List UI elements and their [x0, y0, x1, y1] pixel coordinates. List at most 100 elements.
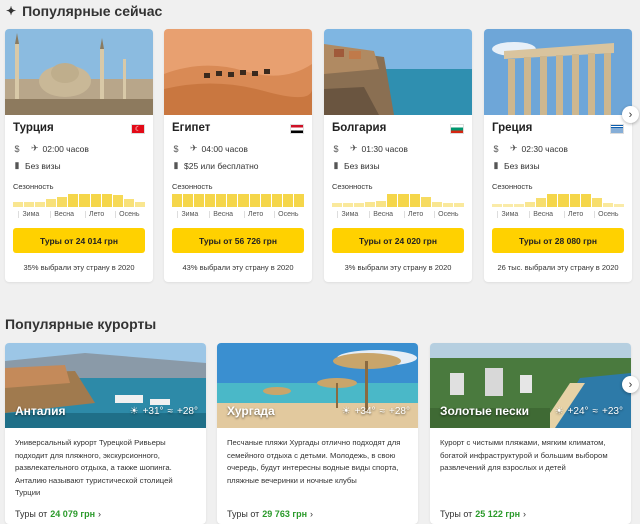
country-card-bulgaria[interactable]: Болгария $ ✈ 01:30 часов ▮ Без визы Сезо…: [324, 29, 472, 282]
dollar-icon: $: [14, 143, 20, 154]
season-label: Сезонность: [172, 182, 213, 191]
next-countries-button[interactable]: ›: [622, 106, 639, 123]
greece-flag-icon: [610, 124, 624, 134]
dollar-icon: $: [333, 143, 339, 154]
season-bar: [101, 194, 112, 207]
flight-duration: 04:00 часов: [201, 143, 248, 154]
month-label: Весна: [209, 211, 233, 218]
month-label: Лето: [403, 211, 423, 218]
chevron-right-icon: ›: [628, 378, 633, 391]
passport-icon: ▮: [14, 160, 20, 170]
day-temperature: +31°: [142, 406, 164, 417]
country-card-egypt[interactable]: Египет $ ✈ 04:00 часов ▮ $25 или бесплат…: [164, 29, 312, 282]
resort-weather: ☀ +31° ≈ +28°: [130, 406, 198, 417]
month-label: Весна: [369, 211, 393, 218]
season-bars: [13, 194, 145, 207]
season-bar: [79, 194, 90, 207]
resort-card-antalya[interactable]: Анталия ☀ +31° ≈ +28° Универсальный куро…: [5, 343, 206, 524]
month-label: Зима: [18, 211, 39, 218]
month-label: Весна: [529, 211, 553, 218]
month-label: Весна: [50, 211, 74, 218]
resort-photo-antalya: Анталия ☀ +31° ≈ +28°: [5, 343, 206, 428]
season-bar: [123, 199, 134, 207]
season-bar: [205, 194, 216, 207]
flight-duration: 02:30 часов: [521, 143, 568, 154]
season-bar: [90, 194, 101, 207]
season-bars: [332, 194, 464, 207]
season-bar: [238, 194, 249, 207]
season-bar: [580, 194, 591, 207]
country-card-greece[interactable]: Греция $ ✈ 02:30 часов ▮ Без визы Сезонн…: [484, 29, 632, 282]
season-months: Зима Весна Лето Осень: [172, 211, 304, 218]
popular-now-heading: ✦ Популярные сейчас: [6, 3, 162, 19]
day-temperature: +24°: [567, 406, 589, 417]
tours-button[interactable]: Туры от 24 014 грн: [13, 228, 145, 253]
resort-description: Песчаные пляжи Хургады отлично подходят …: [227, 438, 401, 485]
tours-button[interactable]: Туры от 24 020 грн: [332, 228, 464, 253]
month-label: Осень: [115, 211, 140, 218]
country-photo-bulgaria: [324, 29, 472, 115]
season-bar: [431, 201, 442, 207]
month-label: Зима: [177, 211, 198, 218]
month-label: Осень: [274, 211, 299, 218]
plane-icon: ✈: [510, 143, 518, 153]
season-bar: [547, 194, 558, 207]
season-bar: [503, 204, 514, 207]
dollar-icon: $: [493, 143, 499, 154]
visa-info: Без визы: [344, 160, 380, 171]
tours-button[interactable]: Туры от 28 080 грн: [492, 228, 624, 253]
season-bar: [558, 194, 569, 207]
passport-icon: ▮: [493, 160, 499, 170]
season-bar: [216, 194, 227, 207]
resort-price-link[interactable]: Туры от 24 079 грн ›: [15, 509, 101, 519]
resort-price-link[interactable]: Туры от 29 763 грн ›: [227, 509, 313, 519]
chevron-right-icon: ›: [523, 509, 527, 519]
resort-card-hurghada[interactable]: Хургада ☀ +34° ≈ +28° Песчаные пляжи Хур…: [217, 343, 418, 524]
season-bar: [35, 201, 46, 207]
passport-icon: ▮: [173, 160, 179, 170]
season-bar: [194, 194, 205, 207]
plane-icon: ✈: [350, 143, 358, 153]
price-amount: 24 079 грн: [50, 509, 96, 519]
country-name: Болгария: [332, 122, 387, 134]
country-name: Греция: [492, 122, 533, 134]
bulgaria-flag-icon: [450, 124, 464, 134]
egypt-desert-image: [164, 29, 312, 115]
resort-card-golden-sands[interactable]: Золотые пески ☀ +24° ≈ +23° Курорт с чис…: [430, 343, 631, 524]
resort-name: Анталия: [15, 404, 66, 418]
resort-photo-hurghada: Хургада ☀ +34° ≈ +28°: [217, 343, 418, 428]
chosen-stat: 3% выбрали эту страну в 2020: [344, 263, 452, 272]
season-bar: [613, 204, 624, 207]
country-card-turkey[interactable]: Турция ☾ $ ✈ 02:00 часов ▮ Без визы Сезо…: [5, 29, 153, 282]
month-label: Осень: [594, 211, 619, 218]
season-months: Зима Весна Лето Осень: [332, 211, 464, 218]
season-bar: [134, 201, 145, 207]
sun-icon: ☀: [554, 406, 564, 417]
season-bar: [365, 201, 376, 207]
season-label: Сезонность: [332, 182, 373, 191]
price-prefix: Туры от: [15, 509, 48, 519]
month-label: Лето: [84, 211, 104, 218]
turkey-mosque-image: [5, 29, 153, 115]
visa-row: ▮ Без визы: [13, 160, 61, 171]
price-amount: 25 122 грн: [475, 509, 521, 519]
season-bar: [354, 203, 365, 207]
price-prefix: Туры от: [227, 509, 260, 519]
country-photo-greece: [484, 29, 632, 115]
season-bar: [387, 194, 398, 207]
season-bar: [172, 194, 183, 207]
plane-icon: ✈: [190, 143, 198, 153]
egypt-flag-icon: [290, 124, 304, 134]
passport-icon: ▮: [333, 160, 339, 170]
season-bar: [420, 196, 431, 207]
resort-description: Универсальный курорт Турецкой Ривьеры по…: [15, 438, 173, 497]
resort-description: Курорт с чистыми пляжами, мягким климато…: [440, 438, 608, 472]
month-label: Зима: [337, 211, 358, 218]
month-label: Осень: [434, 211, 459, 218]
popular-now-title: Популярные сейчас: [22, 3, 163, 19]
tours-button[interactable]: Туры от 56 726 грн: [172, 228, 304, 253]
resort-price-link[interactable]: Туры от 25 122 грн ›: [440, 509, 526, 519]
season-bar: [569, 194, 580, 207]
price-flight-row: $ ✈ 01:30 часов: [332, 143, 407, 154]
next-resorts-button[interactable]: ›: [622, 376, 639, 393]
